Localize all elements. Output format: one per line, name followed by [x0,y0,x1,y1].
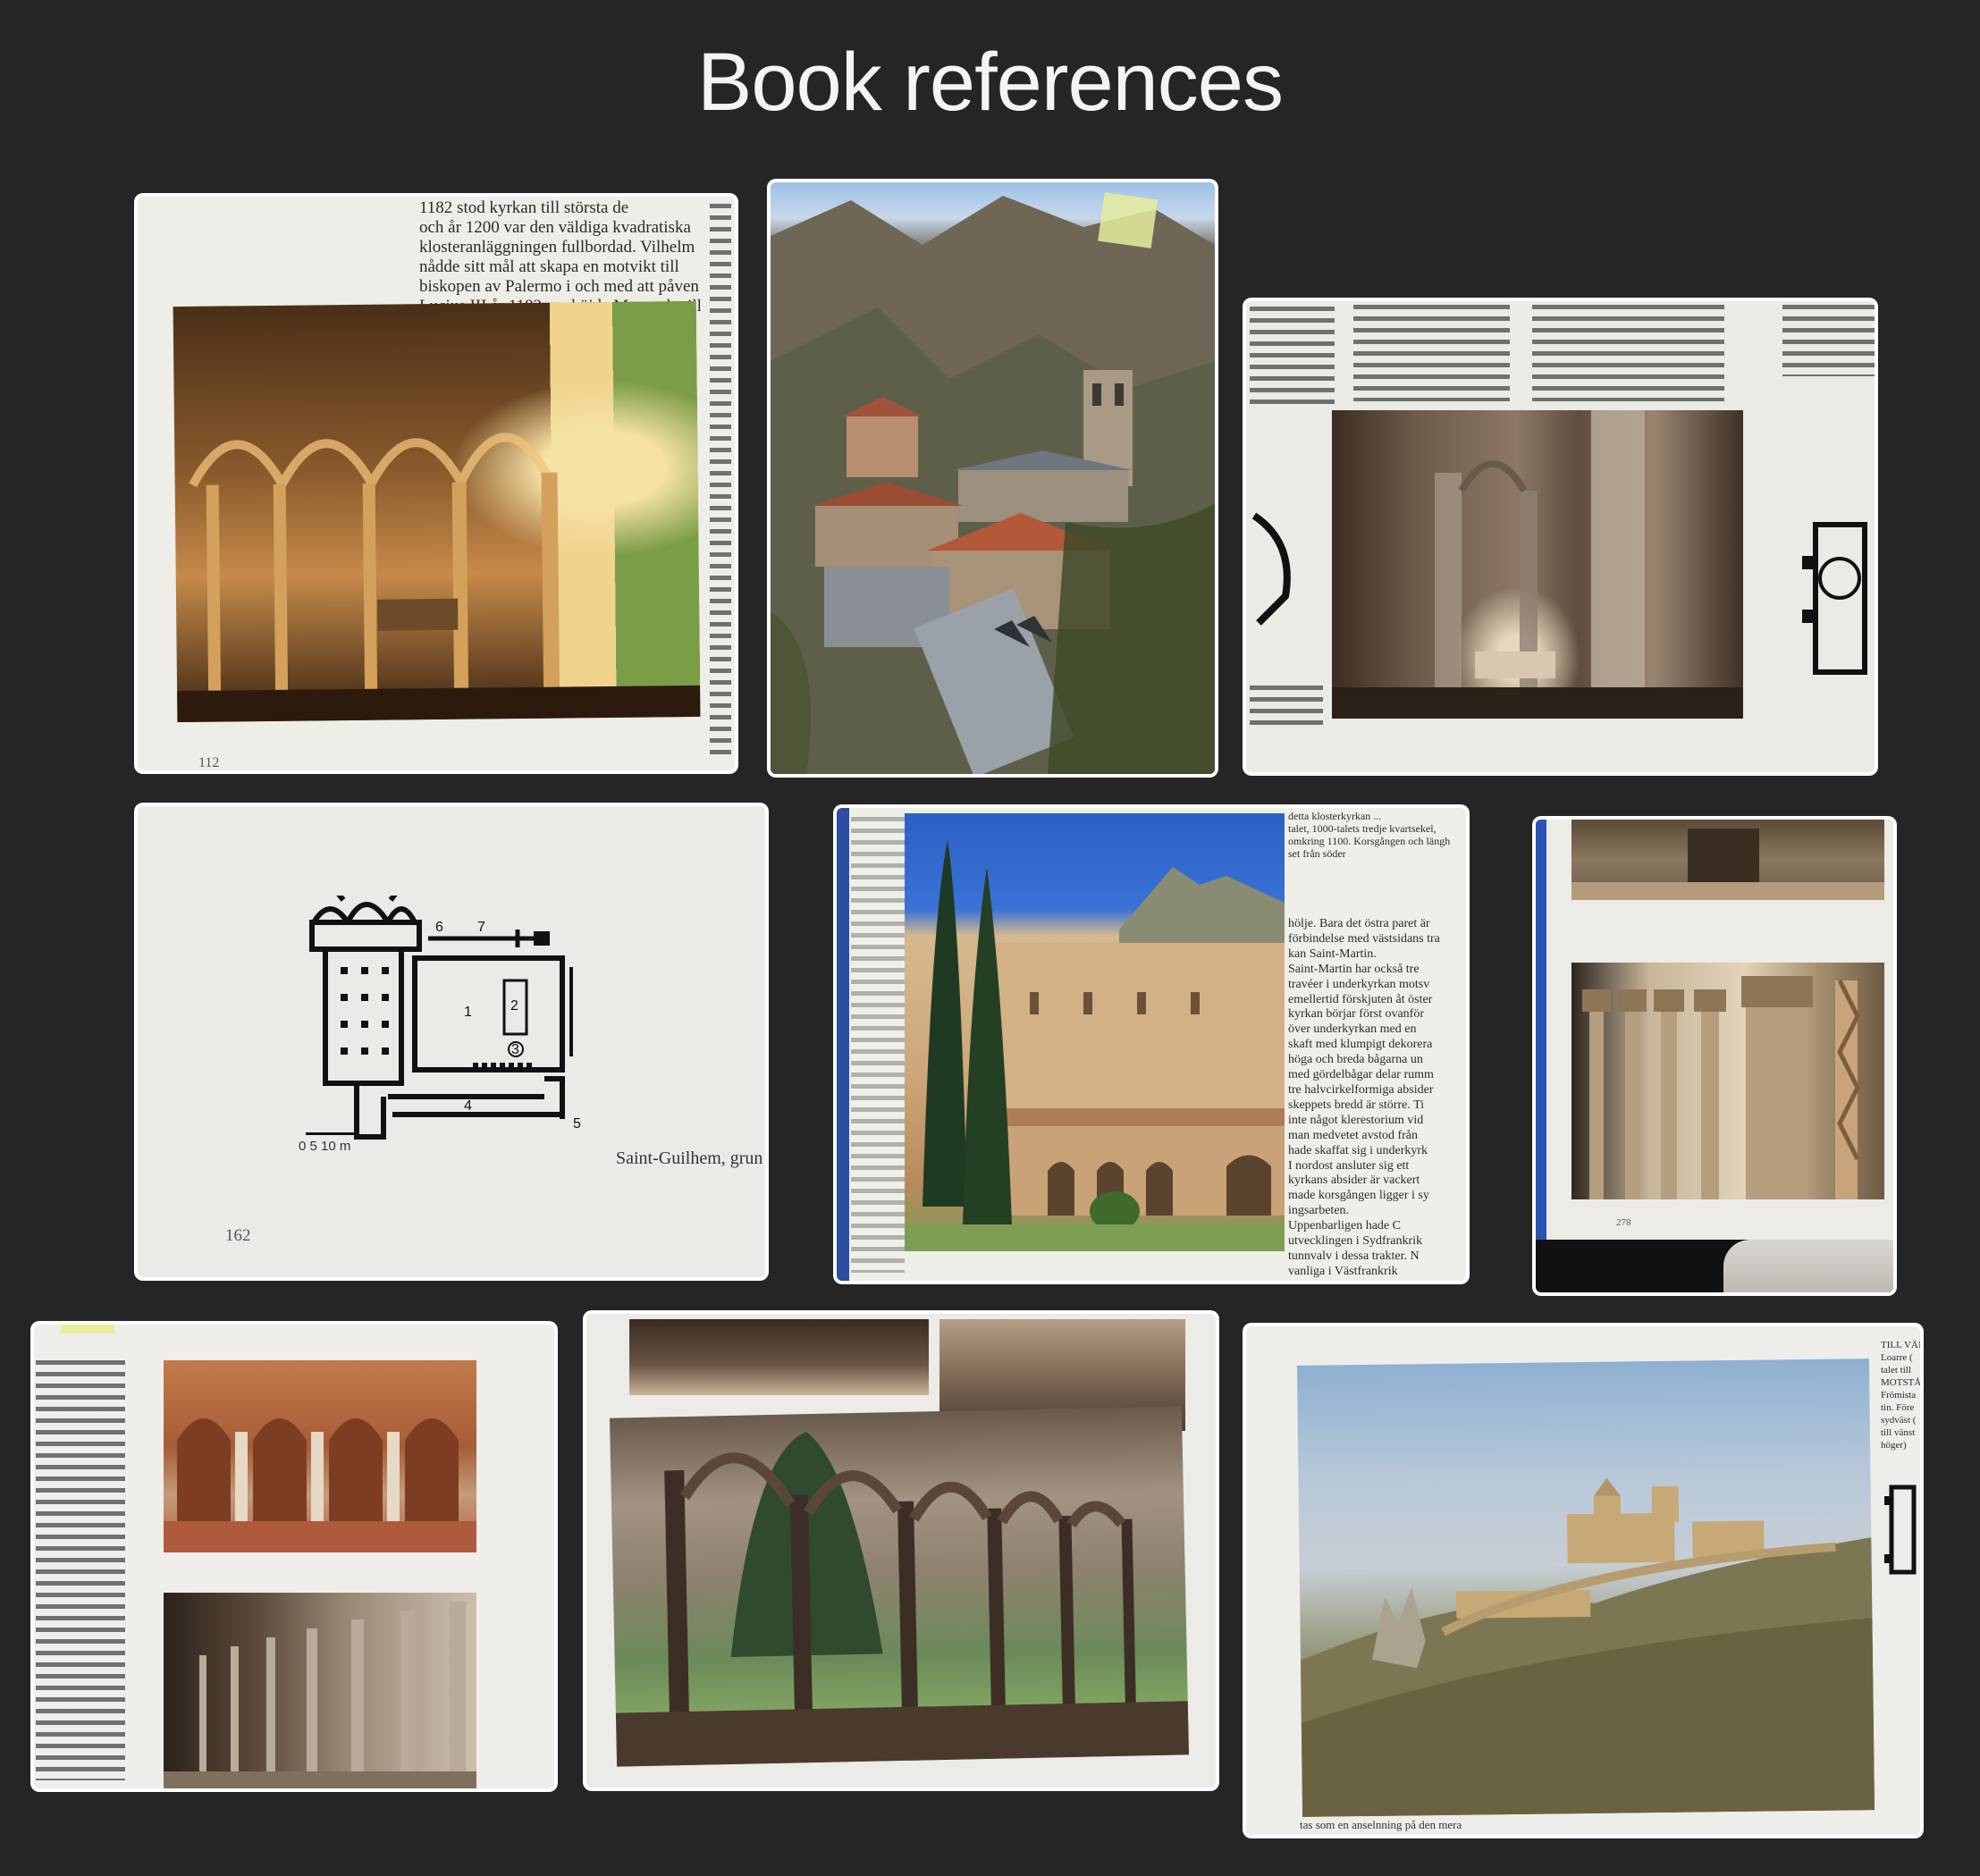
plan-label-6: 6 [435,920,443,935]
reference-image-cedar-cloister[interactable] [583,1310,1219,1791]
text-block-far-right [1782,305,1875,376]
bottom-text-line: tas som en anselnning på den mera [1300,1818,1462,1831]
arcade-photo-lower [164,1593,476,1788]
scale-label: 0 5 10 m [299,1139,351,1154]
book-page: 1 2 3 4 5 6 7 0 5 10 m Saint-Guilhem, gr… [138,806,765,1277]
plan-label-3: 3 [511,1042,519,1057]
side-caption: TILL VÄN Loarre ( talet till MOTSTÅ Fröm… [1881,1340,1920,1451]
capitals-photo [1571,963,1884,1199]
crypt-photo [1332,410,1743,719]
reference-image-floor-plan[interactable]: 1 2 3 4 5 6 7 0 5 10 m Saint-Guilhem, gr… [134,803,769,1281]
hand [1723,1240,1893,1292]
cloister-photo [173,300,701,723]
plan-label-7: 7 [477,920,485,935]
plan-caption: Saint-Guilhem, grun [616,1148,763,1168]
capitals-photo-top-left [629,1319,929,1395]
cypress-cloister-photo [905,813,1285,1251]
reference-image-capitals-closeup[interactable]: 278 [1532,816,1897,1296]
page-title: Book references [697,37,1284,128]
adjacent-page-text [710,204,731,758]
photo-caption: detta klosterkyrkan ... talet, 1000-tale… [1288,810,1451,860]
book-spread [1246,301,1875,772]
reference-image-crypt-interior[interactable] [1243,298,1878,776]
cloister-cedar-photo [609,1406,1190,1767]
plan-label-4: 4 [464,1098,472,1114]
floor-plan-fragment-right [1802,522,1867,675]
abbey-photo [771,182,1215,774]
text-block-left [1250,307,1335,409]
sticky-tab [61,1325,114,1333]
page-number: 162 [225,1226,251,1245]
book-page: 1182 stod kyrkan till största de och år … [138,197,735,770]
book-spread [586,1314,1216,1788]
caption-left [1250,686,1323,726]
mirrored-body-text [36,1360,125,1780]
plan-label-5: 5 [573,1116,581,1131]
floor-plan-fragment-left [1251,512,1291,626]
page-number: 112 [198,755,220,770]
book-spread [34,1325,554,1788]
gutter-text [851,817,905,1273]
saint-guilhem-plan: 1 2 3 4 5 6 7 [309,896,581,1140]
plan-label-1: 1 [464,1005,472,1020]
body-text: 1182 stod kyrkan till största de och år … [419,198,702,315]
plan-label-2: 2 [510,998,518,1014]
castle-plan-fragment [1884,1485,1917,1575]
reference-image-mountain-abbey[interactable] [767,179,1218,778]
text-block-right [1532,305,1724,401]
body-text: hölje. Bara det östra paret är förbindel… [1288,917,1440,1278]
upper-corridor-photo [1571,820,1884,900]
reference-image-monreale-cloister[interactable]: 1182 stod kyrkan till största de och år … [134,193,738,774]
scale-bar [306,1132,355,1135]
castle-photo [1296,1359,1875,1817]
book-page-photo: 278 [1536,820,1893,1292]
blue-page-edge [1536,820,1546,1240]
blue-page-edge [837,808,849,1281]
arcade-photo-upper [164,1360,476,1552]
book-spread: TILL VÄN Loarre ( talet till MOTSTÅ Fröm… [1246,1326,1920,1835]
page-number: 278 [1616,1217,1631,1228]
book-spread: detta klosterkyrkan ... talet, 1000-tale… [837,808,1466,1281]
text-block-mid [1353,305,1510,401]
reference-image-hilltop-castle[interactable]: TILL VÄN Loarre ( talet till MOTSTÅ Fröm… [1243,1323,1924,1838]
reference-image-brick-cloister[interactable] [30,1321,558,1792]
reference-image-cypress-cloister[interactable]: detta klosterkyrkan ... talet, 1000-tale… [833,804,1470,1284]
